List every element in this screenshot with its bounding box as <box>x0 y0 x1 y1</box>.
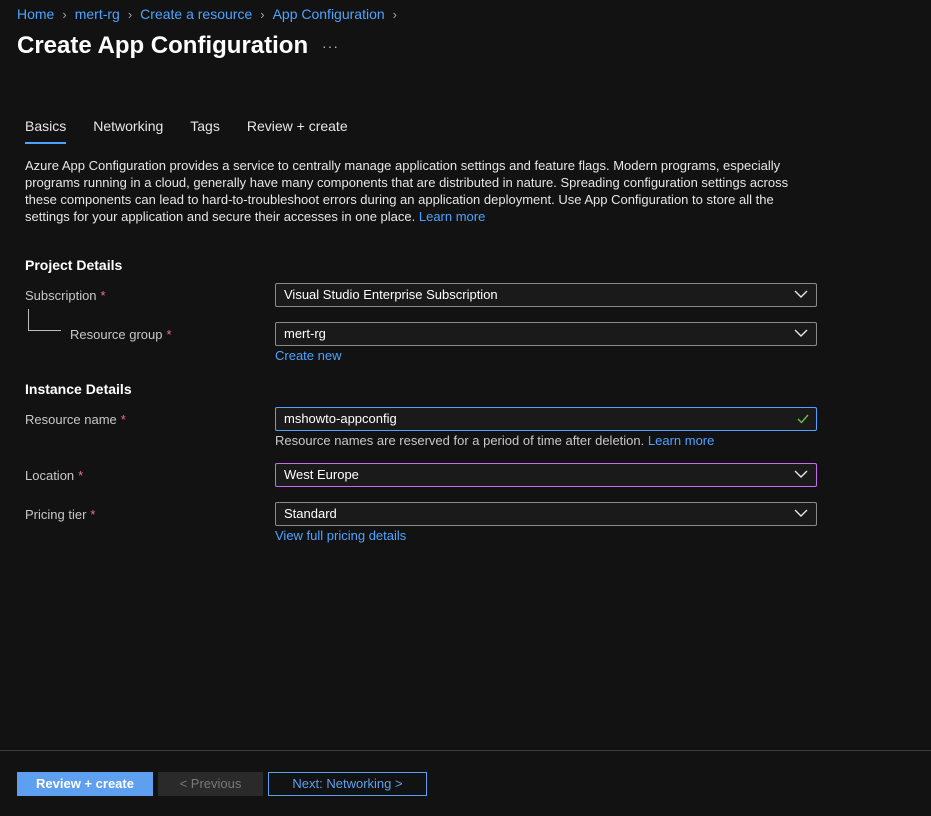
tab-tags[interactable]: Tags <box>190 118 220 142</box>
pricing-tier-label-text: Pricing tier <box>25 507 87 522</box>
resource-group-label: Resource group * <box>70 327 172 342</box>
breadcrumb-resource-group[interactable]: mert-rg <box>75 6 120 22</box>
required-mark: * <box>90 507 96 522</box>
resource-group-label-text: Resource group <box>70 327 163 342</box>
required-mark: * <box>78 468 84 483</box>
chevron-right-icon: › <box>260 6 265 22</box>
resource-name-label-text: Resource name <box>25 412 117 427</box>
page-title: Create App Configuration <box>17 32 309 59</box>
required-mark: * <box>166 327 172 342</box>
resource-group-dropdown[interactable]: mert-rg <box>275 322 817 346</box>
view-pricing-link[interactable]: View full pricing details <box>275 528 406 543</box>
resource-name-input[interactable]: mshowto-appconfig <box>275 407 817 431</box>
required-mark: * <box>100 288 106 303</box>
breadcrumb-home[interactable]: Home <box>17 6 54 22</box>
required-mark: * <box>120 412 126 427</box>
chevron-right-icon: › <box>127 6 133 22</box>
tab-review-create[interactable]: Review + create <box>247 118 348 142</box>
chevron-down-icon <box>794 329 808 337</box>
chevron-down-icon <box>794 509 808 517</box>
more-options-icon[interactable]: ··· <box>322 38 339 54</box>
subscription-label-text: Subscription <box>25 288 97 303</box>
next-networking-button[interactable]: Next: Networking > <box>268 772 427 796</box>
resource-group-value: mert-rg <box>284 326 326 341</box>
subscription-label: Subscription * <box>25 288 106 303</box>
project-details-heading: Project Details <box>25 257 123 273</box>
pricing-tier-dropdown[interactable]: Standard <box>275 502 817 526</box>
subscription-value: Visual Studio Enterprise Subscription <box>284 287 498 302</box>
learn-more-link[interactable]: Learn more <box>419 209 485 224</box>
location-value: West Europe <box>284 467 359 482</box>
tree-connector <box>28 309 29 330</box>
footer-divider <box>0 750 931 751</box>
breadcrumb: Home › mert-rg › Create a resource › App… <box>17 6 405 22</box>
create-app-configuration-page: Home › mert-rg › Create a resource › App… <box>0 0 931 816</box>
previous-button[interactable]: < Previous <box>158 772 263 796</box>
create-new-link[interactable]: Create new <box>275 348 341 363</box>
checkmark-icon <box>797 414 809 424</box>
resource-name-learn-more-link[interactable]: Learn more <box>648 433 714 448</box>
location-label: Location * <box>25 468 83 483</box>
breadcrumb-create-resource[interactable]: Create a resource <box>140 6 252 22</box>
resource-name-hint: Resource names are reserved for a period… <box>275 433 714 448</box>
tree-connector <box>28 330 61 331</box>
tab-basics[interactable]: Basics <box>25 118 67 144</box>
description-text: Azure App Configuration provides a servi… <box>25 158 789 224</box>
review-create-button[interactable]: Review + create <box>17 772 153 796</box>
resource-name-value: mshowto-appconfig <box>284 411 397 426</box>
subscription-dropdown[interactable]: Visual Studio Enterprise Subscription <box>275 283 817 307</box>
chevron-right-icon: › <box>62 6 67 22</box>
breadcrumb-app-configuration[interactable]: App Configuration <box>273 6 385 22</box>
chevron-down-icon <box>794 470 808 478</box>
chevron-right-icon: › <box>392 6 397 22</box>
resource-name-label: Resource name * <box>25 412 126 427</box>
resource-name-hint-text: Resource names are reserved for a period… <box>275 433 645 448</box>
pricing-tier-label: Pricing tier * <box>25 507 95 522</box>
tab-networking[interactable]: Networking <box>93 118 163 142</box>
chevron-down-icon <box>794 290 808 298</box>
pricing-tier-value: Standard <box>284 506 337 521</box>
location-dropdown[interactable]: West Europe <box>275 463 817 487</box>
location-label-text: Location <box>25 468 75 483</box>
description: Azure App Configuration provides a servi… <box>25 157 805 225</box>
instance-details-heading: Instance Details <box>25 381 132 397</box>
tab-bar: Basics Networking Tags Review + create <box>25 118 375 144</box>
